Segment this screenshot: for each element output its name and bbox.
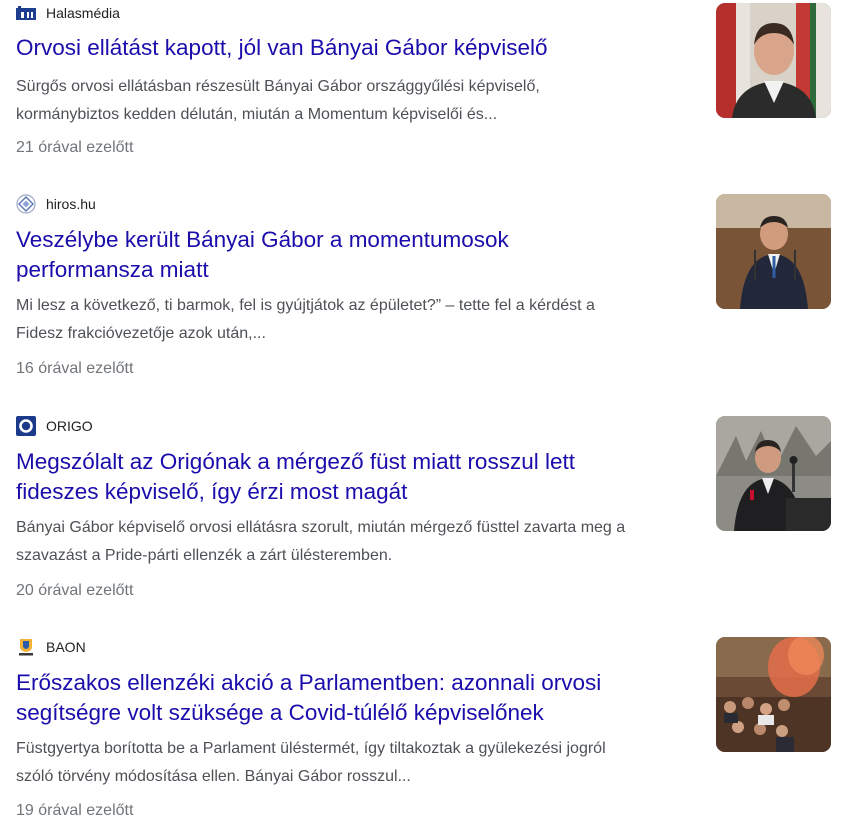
article-snippet: Sürgős orvosi ellátásban részesült Bánya…	[16, 78, 540, 123]
news-item[interactable]: ORIGO Megszólalt az Origónak a mérgező f…	[0, 416, 866, 606]
news-item[interactable]: BAON Erőszakos ellenzéki akció a Parlame…	[0, 637, 866, 819]
timestamp: 20 órával ezelőtt	[16, 582, 134, 599]
article-title[interactable]: Orvosi ellátást kapott, jól van Bányai G…	[16, 33, 686, 63]
source-name: Halasmédia	[46, 5, 120, 21]
article-thumbnail[interactable]	[716, 3, 831, 118]
news-item[interactable]: Halasmédia Orvosi ellátást kapott, jól v…	[0, 3, 866, 163]
source-name: hiros.hu	[46, 196, 96, 212]
timestamp: 19 órával ezelőtt	[16, 802, 134, 819]
source-name: BAON	[46, 639, 86, 655]
source-row[interactable]: hiros.hu	[16, 194, 96, 214]
article-thumbnail[interactable]	[716, 194, 831, 309]
timestamp: 16 órával ezelőtt	[16, 360, 134, 377]
source-row[interactable]: Halasmédia	[16, 3, 120, 23]
article-snippet: Bányai Gábor képviselő orvosi ellátásra …	[16, 519, 626, 564]
baon-logo-icon	[16, 637, 36, 657]
news-feed: Halasmédia Orvosi ellátást kapott, jól v…	[0, 0, 866, 819]
source-row[interactable]: ORIGO	[16, 416, 93, 436]
article-thumbnail[interactable]	[716, 416, 831, 531]
hiros-logo-icon	[16, 194, 36, 214]
news-item[interactable]: hiros.hu Veszélybe került Bányai Gábor a…	[0, 194, 866, 384]
timestamp: 21 órával ezelőtt	[16, 139, 134, 156]
origo-logo-icon	[16, 416, 36, 436]
source-name: ORIGO	[46, 418, 93, 434]
article-snippet: Füstgyertya borította be a Parlament ülé…	[16, 740, 606, 785]
article-thumbnail[interactable]	[716, 637, 831, 752]
article-snippet: Mi lesz a következő, ti barmok, fel is g…	[16, 297, 595, 342]
source-row[interactable]: BAON	[16, 637, 86, 657]
hm-logo-icon	[16, 3, 36, 23]
article-title[interactable]: Megszólalt az Origónak a mérgező füst mi…	[16, 447, 686, 507]
article-title[interactable]: Erőszakos ellenzéki akció a Parlamentben…	[16, 668, 686, 728]
article-title[interactable]: Veszélybe került Bányai Gábor a momentum…	[16, 225, 686, 285]
